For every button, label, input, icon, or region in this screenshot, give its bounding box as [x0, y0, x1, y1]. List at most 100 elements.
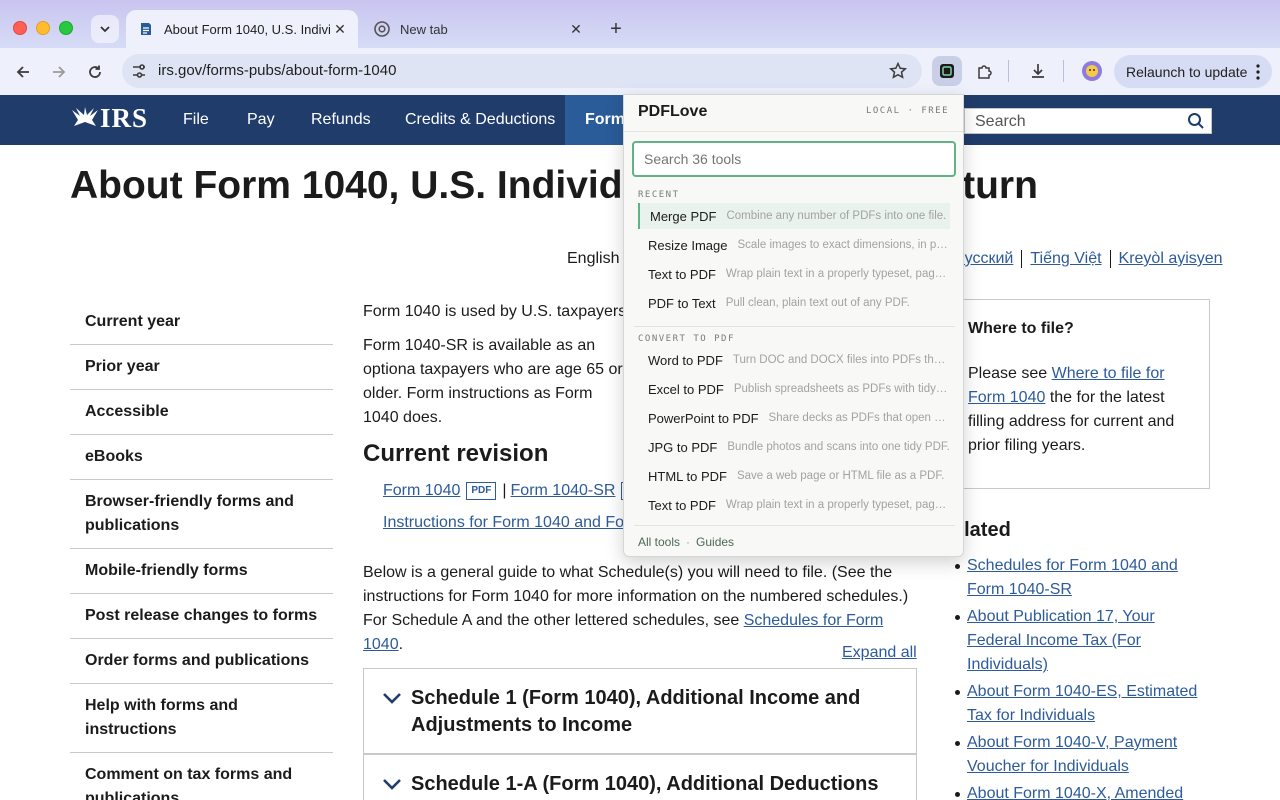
sidebar-item-ebooks[interactable]: eBooks: [70, 435, 333, 480]
new-tab-button[interactable]: +: [604, 17, 628, 41]
sidebar-item-mobile-friendly[interactable]: Mobile-friendly forms: [70, 549, 333, 594]
address-bar[interactable]: irs.gov/forms-pubs/about-form-1040: [122, 54, 922, 88]
pdflove-popup: PDFLove LOCAL · FREE RECENT Merge PDF Co…: [623, 94, 964, 557]
all-tools-link[interactable]: All tools: [638, 535, 680, 549]
chevron-down-icon: [100, 26, 110, 33]
tab-close-icon[interactable]: ✕: [330, 19, 350, 39]
language-links: Русский Tiếng Việt Kreyòl ayisyen: [954, 250, 1231, 268]
arrow-left-icon: [16, 66, 29, 78]
tab-search-button[interactable]: [91, 15, 119, 43]
arrow-right-icon: [53, 66, 66, 78]
related-link[interactable]: About Form 1040-ES, Estimated Tax for In…: [967, 683, 1197, 724]
related-item: About Publication 17, Your Federal Incom…: [955, 605, 1212, 677]
form-1040-sr-link[interactable]: Form 1040-SR: [511, 479, 616, 503]
sidebar-item-prior-year[interactable]: Prior year: [70, 345, 333, 390]
popup-meta: LOCAL · FREE: [865, 106, 949, 116]
chevron-down-icon: [383, 779, 401, 790]
nav-refunds[interactable]: Refunds: [311, 95, 371, 145]
footer-separator: ·: [686, 535, 691, 549]
relaunch-label: Relaunch to update: [1126, 63, 1248, 80]
reload-button[interactable]: [81, 58, 109, 86]
forward-button[interactable]: [45, 58, 73, 86]
category-convert: CONVERT TO PDF: [638, 334, 735, 344]
tool-row-merge-pdf[interactable]: Merge PDF Combine any number of PDFs int…: [638, 203, 950, 229]
tool-row-excel-to-pdf[interactable]: Excel to PDF Publish spreadsheets as PDF…: [638, 376, 950, 402]
language-current: English: [567, 250, 620, 267]
tool-row-text-to-pdf-convert[interactable]: Text to PDF Wrap plain text in a properl…: [638, 492, 950, 518]
sidebar-item-help[interactable]: Help with forms and instructions: [70, 684, 333, 753]
tab-irs[interactable]: About Form 1040, U.S. Individual Income …: [126, 10, 358, 48]
related-link[interactable]: Schedules for Form 1040 and Form 1040-SR: [967, 557, 1178, 598]
category-recent: RECENT: [638, 190, 680, 200]
related-item: About Form 1040-ES, Estimated Tax for In…: [955, 680, 1212, 728]
accordion-title: Schedule 1 (Form 1040), Additional Incom…: [411, 687, 861, 736]
nav-file[interactable]: File: [183, 95, 209, 145]
related-link[interactable]: About Publication 17, Your Federal Incom…: [967, 608, 1155, 673]
lang-link-haitian-creole[interactable]: Kreyòl ayisyen: [1109, 250, 1231, 268]
related-link[interactable]: About Form 1040-X, Amended U.S. Individu…: [967, 785, 1209, 800]
back-button[interactable]: [9, 58, 37, 86]
tool-row-pdf-to-text[interactable]: PDF to Text Pull clean, plain text out o…: [638, 290, 950, 316]
guide-end: .: [398, 636, 404, 653]
reload-icon: [89, 65, 101, 78]
sidebar-item-browser-friendly[interactable]: Browser-friendly forms and publications: [70, 480, 333, 549]
popup-divider: [624, 131, 963, 132]
sidebar-item-accessible[interactable]: Accessible: [70, 390, 333, 435]
window-close-button[interactable]: [13, 21, 27, 35]
nav-pay[interactable]: Pay: [247, 95, 275, 145]
sidebar-item-order-forms[interactable]: Order forms and publications: [70, 639, 333, 684]
tool-row-html-to-pdf[interactable]: HTML to PDF Save a web page or HTML file…: [638, 463, 950, 489]
sidebar-item-current-year[interactable]: Current year: [70, 300, 333, 345]
search-icon[interactable]: [1187, 112, 1205, 130]
tab-close-icon[interactable]: ✕: [566, 19, 586, 39]
form-1040-link[interactable]: Form 1040: [383, 479, 460, 503]
relaunch-to-update-button[interactable]: Relaunch to update: [1114, 55, 1272, 88]
lang-link-vietnamese[interactable]: Tiếng Việt: [1021, 250, 1109, 268]
extensions-button[interactable]: [970, 56, 1000, 86]
related-item: About Form 1040-X, Amended U.S. Individu…: [955, 782, 1212, 800]
browser-tab-strip: About Form 1040, U.S. Individual Income …: [0, 0, 1280, 48]
window-minimize-button[interactable]: [36, 21, 50, 35]
schedule-guide-text: Below is a general guide to what Schedul…: [363, 561, 923, 657]
popup-brand: PDFLove: [638, 103, 708, 120]
irs-search-input[interactable]: Search: [964, 108, 1212, 134]
accordion-title: Schedule 1-A (Form 1040), Additional Ded…: [411, 773, 879, 795]
tab-new-tab[interactable]: New tab ✕: [362, 10, 594, 48]
accordion-schedule-1a[interactable]: Schedule 1-A (Form 1040), Additional Ded…: [363, 754, 917, 800]
related-links: Schedules for Form 1040 and Form 1040-SR…: [955, 554, 1212, 800]
tool-row-jpg-to-pdf[interactable]: JPG to PDF Bundle photos and scans into …: [638, 434, 950, 460]
tool-row-powerpoint-to-pdf[interactable]: PowerPoint to PDF Share decks as PDFs th…: [638, 405, 950, 431]
related-item: Schedules for Form 1040 and Form 1040-SR: [955, 554, 1212, 602]
tool-search-input[interactable]: [632, 141, 956, 177]
irs-logo[interactable]: IRS: [70, 103, 148, 134]
related-item: About Form 1040-V, Payment Voucher for I…: [955, 731, 1212, 779]
forms-sidebar: Current year Prior year Accessible eBook…: [70, 300, 333, 800]
profile-button[interactable]: [1077, 56, 1107, 86]
tool-row-text-to-pdf[interactable]: Text to PDF Wrap plain text in a properl…: [638, 261, 950, 287]
instructions-link[interactable]: Instructions for Form 1040 and Form: [383, 514, 643, 532]
nav-credits-deductions[interactable]: Credits & Deductions: [405, 95, 555, 145]
tool-row-word-to-pdf[interactable]: Word to PDF Turn DOC and DOCX files into…: [638, 347, 950, 373]
guides-link[interactable]: Guides: [696, 535, 734, 549]
download-icon: [1032, 64, 1044, 78]
expand-all-link[interactable]: Expand all: [842, 644, 917, 662]
more-menu-icon[interactable]: [1256, 64, 1260, 80]
site-settings-icon[interactable]: [130, 62, 148, 80]
accordion-schedule-1[interactable]: Schedule 1 (Form 1040), Additional Incom…: [363, 668, 917, 754]
current-revision-title: Current revision: [363, 440, 549, 467]
url-text: irs.gov/forms-pubs/about-form-1040: [158, 62, 397, 79]
sidebar-item-comment[interactable]: Comment on tax forms and publications: [70, 753, 333, 800]
related-link[interactable]: About Form 1040-V, Payment Voucher for I…: [967, 734, 1177, 775]
eagle-logo-icon: [72, 106, 98, 126]
window-maximize-button[interactable]: [59, 21, 73, 35]
bookmark-star-icon[interactable]: [888, 61, 908, 81]
downloads-button[interactable]: [1023, 56, 1053, 86]
where-to-file-box: Where to file? Please see Where to file …: [953, 299, 1210, 489]
tool-row-resize-image[interactable]: Resize Image Scale images to exact dimen…: [638, 232, 950, 258]
pdflove-extension-button[interactable]: [932, 56, 962, 86]
toolbar-divider: [1008, 60, 1009, 82]
sidebar-item-post-release[interactable]: Post release changes to forms: [70, 594, 333, 639]
popup-divider: [634, 525, 955, 526]
lang-link-russian[interactable]: Русский: [954, 250, 1021, 268]
pdflove-extension-icon: [940, 64, 954, 78]
